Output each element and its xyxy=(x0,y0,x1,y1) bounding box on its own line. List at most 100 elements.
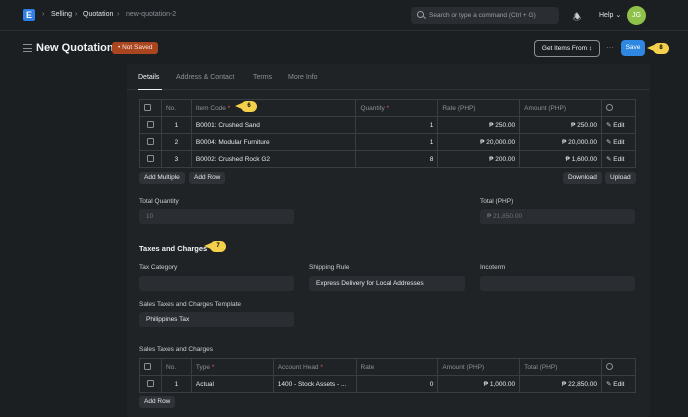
app-logo[interactable]: E xyxy=(23,9,35,21)
tab-details[interactable]: Details xyxy=(138,74,159,81)
avatar[interactable]: JG xyxy=(627,6,646,25)
total-label: Total (PHP) xyxy=(480,198,514,205)
shipping-rule-field[interactable]: Express Delivery for Local Addresses xyxy=(309,276,465,291)
edit-row-button[interactable]: ✎ Edit xyxy=(600,375,637,393)
account-head-cell[interactable]: 1400 - Stock Assets - ... xyxy=(272,375,357,393)
quantity-cell[interactable]: 1 xyxy=(355,116,439,134)
add-multiple-button[interactable]: Add Multiple xyxy=(139,172,185,184)
tax-category-label: Tax Category xyxy=(139,264,178,271)
amount-cell: ₱ 250.00 xyxy=(519,116,602,134)
column-quantity: Quantity * xyxy=(355,99,439,117)
chevron-updown-icon: ↕ xyxy=(588,45,593,52)
table-row[interactable]: 1 B0001: Crushed Sand 1 ₱ 250.00 ₱ 250.0… xyxy=(139,116,636,134)
active-tab-indicator xyxy=(138,89,162,90)
column-rate: Rate (PHP) xyxy=(437,99,521,117)
total-quantity-field: 10 xyxy=(139,209,294,224)
quantity-cell[interactable]: 1 xyxy=(355,133,439,151)
annotation-marker-taxes: 7 xyxy=(204,241,226,252)
rate-cell[interactable]: ₱ 20,000.00 xyxy=(437,133,521,151)
incoterm-field[interactable] xyxy=(480,276,635,291)
amount-cell: ₱ 20,000.00 xyxy=(519,133,602,151)
row-checkbox[interactable] xyxy=(146,121,154,129)
edit-row-button[interactable]: ✎ Edit xyxy=(601,116,636,134)
gear-icon[interactable] xyxy=(606,103,613,111)
pencil-icon: ✎ xyxy=(605,381,612,388)
taxes-template-field[interactable]: Philippines Tax xyxy=(139,312,294,327)
annotation-marker-save: 8 xyxy=(647,43,669,54)
sidebar-toggle-icon[interactable] xyxy=(23,44,32,52)
search-icon xyxy=(417,11,424,18)
search-bar[interactable]: Search or type a command (Ctrl + G) xyxy=(411,7,559,24)
taxes-template-label: Sales Taxes and Charges Template xyxy=(139,301,242,308)
pencil-icon: ✎ xyxy=(606,122,612,129)
tab-address-contact[interactable]: Address & Contact xyxy=(176,74,234,81)
upload-button[interactable]: Upload xyxy=(605,172,636,184)
bell-icon[interactable]: 🕭 xyxy=(573,10,581,26)
pencil-icon: ✎ xyxy=(606,139,612,146)
help-menu[interactable]: Help ⌄ xyxy=(599,11,621,19)
add-row-button[interactable]: Add Row xyxy=(189,172,226,184)
shipping-rule-label: Shipping Rule xyxy=(309,264,350,271)
amount-cell: ₱ 1,000.00 xyxy=(437,375,521,393)
row-checkbox[interactable] xyxy=(146,380,154,388)
edit-row-button[interactable]: ✎ Edit xyxy=(601,133,636,151)
add-tax-row-button[interactable]: Add Row xyxy=(139,396,176,408)
total-quantity-label: Total Quantity xyxy=(139,198,179,205)
download-button[interactable]: Download xyxy=(563,172,602,184)
gear-icon[interactable] xyxy=(605,362,613,370)
items-table: No. Item Code * Quantity * Rate (PHP) Am… xyxy=(139,99,636,168)
row-no: 1 xyxy=(160,375,192,393)
row-no: 2 xyxy=(160,133,192,151)
column-item-code: Item Code * xyxy=(190,99,357,117)
tab-terms[interactable]: Terms xyxy=(253,74,272,81)
rate-cell[interactable]: ₱ 200.00 xyxy=(437,150,521,168)
item-code-cell[interactable]: B0001: Crushed Sand xyxy=(190,116,357,134)
page-title: New Quotation xyxy=(36,42,114,54)
top-navbar: E › Selling › Quotation › new-quotation-… xyxy=(0,0,688,31)
quantity-cell[interactable]: 8 xyxy=(355,150,439,168)
chevron-down-icon: ⌄ xyxy=(615,12,622,19)
incoterm-label: Incoterm xyxy=(480,264,506,271)
row-no: 3 xyxy=(160,150,192,168)
total-cell: ₱ 22,850.00 xyxy=(519,375,602,393)
breadcrumb-current: new-quotation-2 xyxy=(126,11,177,18)
breadcrumb-selling[interactable]: Selling xyxy=(51,11,72,18)
item-code-cell[interactable]: B0002: Crushed Rock G2 xyxy=(190,150,357,168)
rate-cell[interactable]: ₱ 250.00 xyxy=(437,116,521,134)
more-actions-button[interactable]: ··· xyxy=(606,43,614,52)
item-code-cell[interactable]: B0004: Modular Furniture xyxy=(190,133,357,151)
column-no: No. xyxy=(160,99,192,117)
pencil-icon: ✎ xyxy=(606,156,612,163)
table-row[interactable]: 3 B0002: Crushed Rock G2 8 ₱ 200.00 ₱ 1,… xyxy=(139,150,636,168)
breadcrumb-quotation[interactable]: Quotation xyxy=(83,11,113,18)
column-amount: Amount (PHP) xyxy=(437,358,521,376)
chevron-right-icon: › xyxy=(117,11,120,18)
taxes-section-title: Taxes and Charges xyxy=(139,244,208,253)
row-checkbox[interactable] xyxy=(146,138,154,146)
table-header-row: No. Type * Account Head * Rate Amount (P… xyxy=(139,358,637,376)
table-header-row: No. Item Code * Quantity * Rate (PHP) Am… xyxy=(139,99,636,117)
rate-cell[interactable]: 0 xyxy=(355,375,439,393)
table-row[interactable]: 2 B0004: Modular Furniture 1 ₱ 20,000.00… xyxy=(139,133,636,151)
column-amount: Amount (PHP) xyxy=(519,99,602,117)
status-badge: • Not Saved xyxy=(112,42,159,54)
annotation-marker-item-code: 6 xyxy=(235,101,257,112)
tax-category-field[interactable] xyxy=(139,276,294,291)
search-placeholder: Search or type a command (Ctrl + G) xyxy=(429,12,536,19)
select-all-checkbox[interactable] xyxy=(144,363,151,371)
amount-cell: ₱ 1,600.00 xyxy=(519,150,602,168)
column-account-head: Account Head * xyxy=(272,358,357,376)
tab-more-info[interactable]: More Info xyxy=(288,74,318,81)
column-no: No. xyxy=(160,358,192,376)
form-tabs: Details Address & Contact Terms More Inf… xyxy=(127,68,650,90)
column-rate: Rate xyxy=(355,358,439,376)
get-items-from-button[interactable]: Get Items From ↕ xyxy=(534,40,600,57)
select-all-checkbox[interactable] xyxy=(144,104,151,112)
table-row[interactable]: 1 Actual 1400 - Stock Assets - ... 0 ₱ 1… xyxy=(139,375,637,393)
type-cell[interactable]: Actual xyxy=(190,375,274,393)
row-checkbox[interactable] xyxy=(146,155,154,163)
save-button[interactable]: Save xyxy=(621,40,645,56)
edit-row-button[interactable]: ✎ Edit xyxy=(601,150,636,168)
sales-taxes-table-label: Sales Taxes and Charges xyxy=(139,346,213,353)
column-total: Total (PHP) xyxy=(519,358,602,376)
